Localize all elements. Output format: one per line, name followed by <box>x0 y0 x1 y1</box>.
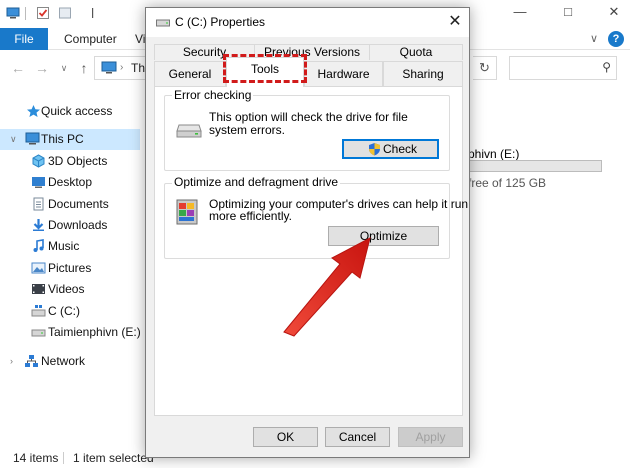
this-pc-icon <box>6 6 20 20</box>
sidebar-item-3d-objects[interactable]: 3D Objects <box>0 151 140 172</box>
ribbon-tab-computer[interactable]: Computer <box>64 28 117 50</box>
drive-e-name[interactable]: phivn (E:) <box>468 147 519 161</box>
selection-count: 1 item selected <box>73 451 154 465</box>
search-input[interactable]: ⚲ <box>509 56 617 80</box>
sidebar-item-label: Pictures <box>48 261 92 275</box>
network-icon <box>24 354 39 368</box>
maximize-icon[interactable]: □ <box>560 4 576 20</box>
check-button-label: Check <box>383 142 418 156</box>
tab-sharing[interactable]: Sharing <box>383 61 463 86</box>
sidebar-item-label: Desktop <box>48 175 93 189</box>
star-icon <box>26 104 41 118</box>
sidebar-item-this-pc[interactable]: ∨ This PC <box>0 129 140 150</box>
tab-quota[interactable]: Quota <box>369 44 463 60</box>
drive-e-usage-bar <box>468 160 602 172</box>
sidebar-item-label: Taimienphivn (E:) <box>48 325 141 339</box>
sidebar-item-c-drive[interactable]: C (C:) <box>0 301 140 322</box>
desktop-icon <box>31 175 46 189</box>
apply-button[interactable]: Apply <box>398 427 463 447</box>
defragment-icon <box>173 198 201 231</box>
sidebar-item-label: Documents <box>48 197 109 211</box>
music-icon <box>31 239 46 253</box>
this-pc-icon <box>25 132 40 146</box>
red-pointer-arrow <box>283 237 371 337</box>
sidebar-item-documents[interactable]: Documents <box>0 194 140 215</box>
dialog-titlebar: C (C:) Properties ✕ <box>146 8 469 37</box>
back-arrow-icon[interactable]: ← <box>10 60 26 76</box>
optimize-title: Optimize and defragment drive <box>172 175 341 189</box>
windows-drive-icon <box>31 304 46 318</box>
downloads-icon <box>31 218 46 232</box>
minimize-icon[interactable]: — <box>512 4 528 20</box>
check-button[interactable]: Check <box>342 139 439 159</box>
help-icon[interactable]: ? <box>608 31 624 47</box>
uac-shield-icon <box>368 142 381 161</box>
this-pc-address-icon <box>101 61 117 74</box>
sidebar-item-label: Quick access <box>41 104 113 118</box>
ok-button[interactable]: OK <box>253 427 318 447</box>
3d-objects-icon <box>31 154 46 168</box>
search-icon: ⚲ <box>602 60 611 74</box>
sidebar-item-music[interactable]: Music <box>0 236 140 257</box>
error-checking-title: Error checking <box>172 88 254 102</box>
sidebar-item-label: This PC <box>41 132 84 146</box>
drive-icon <box>156 16 170 28</box>
optimize-description-line2: more efficiently. <box>209 209 292 223</box>
cancel-button[interactable]: Cancel <box>325 427 390 447</box>
hard-drive-icon <box>176 123 202 142</box>
close-icon[interactable]: ✕ <box>446 13 464 31</box>
expand-chevron-icon[interactable]: ∨ <box>10 134 17 145</box>
expand-chevron-icon[interactable]: › <box>10 356 13 366</box>
sidebar-item-desktop[interactable]: Desktop <box>0 172 140 193</box>
chevron-down-icon[interactable]: ∨ <box>586 31 602 47</box>
pictures-icon <box>31 261 46 275</box>
tab-general[interactable]: General <box>154 61 226 86</box>
sidebar-item-pictures[interactable]: Pictures <box>0 258 140 279</box>
refresh-icon: ↻ <box>479 60 490 75</box>
sidebar-item-videos[interactable]: Videos <box>0 279 140 300</box>
new-folder-icon[interactable] <box>58 6 72 20</box>
sidebar-item-label: Videos <box>48 282 85 296</box>
up-arrow-icon[interactable]: ↑ <box>76 60 92 76</box>
ribbon-tab-file[interactable]: File <box>0 28 48 50</box>
customize-qat-icon[interactable] <box>86 6 100 20</box>
sidebar-item-label: C (C:) <box>48 304 80 318</box>
sidebar-item-label: Music <box>48 239 80 253</box>
properties-icon[interactable] <box>36 6 50 20</box>
dialog-title: C (C:) Properties <box>175 15 266 29</box>
recent-locations-chevron-icon[interactable]: ∨ <box>56 60 72 76</box>
videos-icon <box>31 282 46 296</box>
tab-hardware[interactable]: Hardware <box>304 61 383 86</box>
forward-arrow-icon[interactable]: → <box>34 60 50 76</box>
sidebar-item-e-drive[interactable]: Taimienphivn (E:) <box>0 322 141 343</box>
sidebar-item-downloads[interactable]: Downloads <box>0 215 140 236</box>
close-icon[interactable]: ✕ <box>606 4 622 20</box>
sidebar-item-label: Network <box>41 354 86 368</box>
sidebar-item-label: Downloads <box>48 218 108 232</box>
address-chevron-icon: › <box>120 62 124 73</box>
error-checking-description-line2: system errors. <box>209 123 286 137</box>
documents-icon <box>31 197 46 211</box>
drive-icon <box>31 325 46 339</box>
sidebar-item-label: 3D Objects <box>48 154 108 168</box>
sidebar-item-network[interactable]: › Network <box>0 351 140 372</box>
drive-e-free-space: free of 125 GB <box>468 176 547 190</box>
error-checking-group <box>164 95 450 171</box>
sidebar-item-quick-access[interactable]: Quick access <box>0 101 140 122</box>
item-count: 14 items <box>13 451 59 465</box>
tools-tab-highlight <box>223 54 307 83</box>
refresh-button[interactable]: ↻ <box>473 56 497 80</box>
